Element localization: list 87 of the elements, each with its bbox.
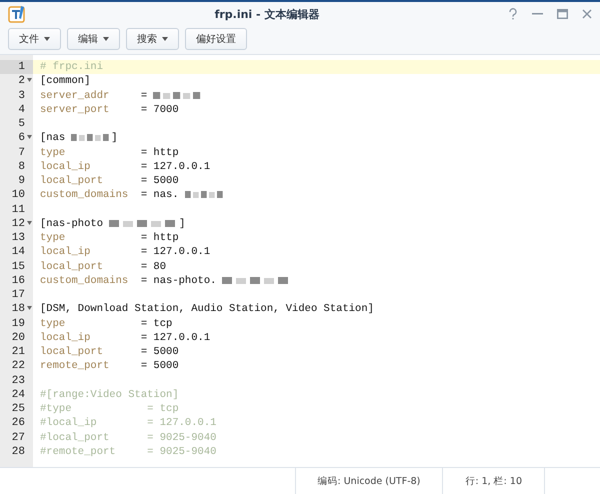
config-value: = 127.0.0.1 [140,160,210,173]
fold-icon[interactable] [26,220,32,225]
window-title: frp.ini - 文本编辑器 [214,6,320,22]
fold-icon[interactable] [26,135,32,140]
line-number: 9 [17,175,25,188]
line-number: 2 [17,75,25,88]
section-header: [nas-photo [40,218,104,230]
config-value: = http [140,232,179,244]
config-key: type [40,146,141,159]
config-value: = [140,90,148,102]
line-number: 13 [10,232,25,244]
line-number: 23 [10,374,25,387]
config-key: server_addr [40,90,141,102]
config-key: type [40,318,141,330]
line-number: 24 [10,388,25,401]
line-number: 4 [17,104,25,116]
config-key: type [40,232,141,244]
line-number: 17 [10,289,25,302]
line-number: 11 [10,204,25,216]
code-comment: #local_ip = 127.0.0.1 [40,417,216,430]
config-key: local_port [40,175,141,188]
line-number: 28 [10,446,25,458]
line-number: 20 [10,332,25,344]
config-value: = 127.0.0.1 [140,332,210,344]
config-value: = 5000 [140,360,179,372]
config-key: local_port [40,346,141,358]
app-logo-icon [8,5,26,23]
config-key: local_port [40,260,141,273]
config-key: server_port [40,104,141,116]
cursor-position: 行: 1, 栏: 10 [465,474,522,488]
config-value: = 5000 [140,346,179,358]
minimize-icon[interactable] [532,13,543,15]
config-value: = 80 [140,260,166,273]
config-value: = 127.0.0.1 [140,246,210,258]
config-value: = 7000 [140,104,179,116]
code-comment: #[range:Video Station] [40,388,179,401]
caret-icon [162,37,168,41]
bracket-text: ] [111,132,118,144]
line-number: 15 [10,260,25,273]
line-number: 16 [10,274,25,287]
help-icon[interactable] [508,8,518,20]
line-number: 12 [10,218,25,230]
line-number: 10 [10,189,25,202]
config-key: local_ip [40,332,141,344]
section-header: [nas [40,132,66,144]
line-number: 19 [10,318,25,330]
caret-icon [44,37,50,41]
menu-button[interactable]: 文件 [8,28,61,50]
bracket-text: ] [179,218,186,230]
line-number: 6 [17,132,25,144]
config-key: custom_domains [40,274,141,287]
line-number: 7 [17,146,25,159]
config-key: remote_port [40,360,141,372]
line-number: 5 [17,118,25,130]
menu-button[interactable]: 偏好设置 [185,28,247,50]
config-key: local_ip [40,246,141,258]
maximize-icon[interactable] [557,9,568,19]
line-number: 25 [10,403,25,416]
config-value: = http [140,146,179,159]
line-number: 1 [17,61,25,74]
code-comment: #remote_port = 9025-9040 [40,446,216,458]
config-value: = 5000 [140,175,179,188]
line-number: 3 [17,90,25,102]
line-number: 21 [10,346,25,358]
config-key: custom_domains [40,189,141,202]
encoding-status: 编码: Unicode (UTF-8) [318,474,420,488]
config-value: = nas-photo. [140,274,216,287]
code-comment: #type = tcp [40,403,179,416]
config-value: = nas. [140,189,179,202]
section-header: [common] [40,75,90,88]
caret-icon [103,37,109,41]
config-key: local_ip [40,160,141,173]
code-comment: #local_port = 9025-9040 [40,432,216,444]
line-number: 14 [10,246,25,258]
fold-icon[interactable] [26,78,32,82]
line-number: 26 [10,417,25,430]
code-comment: # frpc.ini [40,61,104,74]
menu-button[interactable]: 编辑 [67,28,120,50]
close-icon[interactable] [582,9,592,19]
fold-icon[interactable] [26,306,32,310]
line-number: 8 [17,160,25,173]
line-number: 18 [10,303,25,316]
menu-button[interactable]: 搜索 [126,28,179,50]
section-header: [DSM, Download Station, Audio Station, Video Station] [40,303,374,316]
line-number: 27 [10,432,25,444]
line-number: 22 [10,360,25,372]
config-value: = tcp [140,318,172,330]
